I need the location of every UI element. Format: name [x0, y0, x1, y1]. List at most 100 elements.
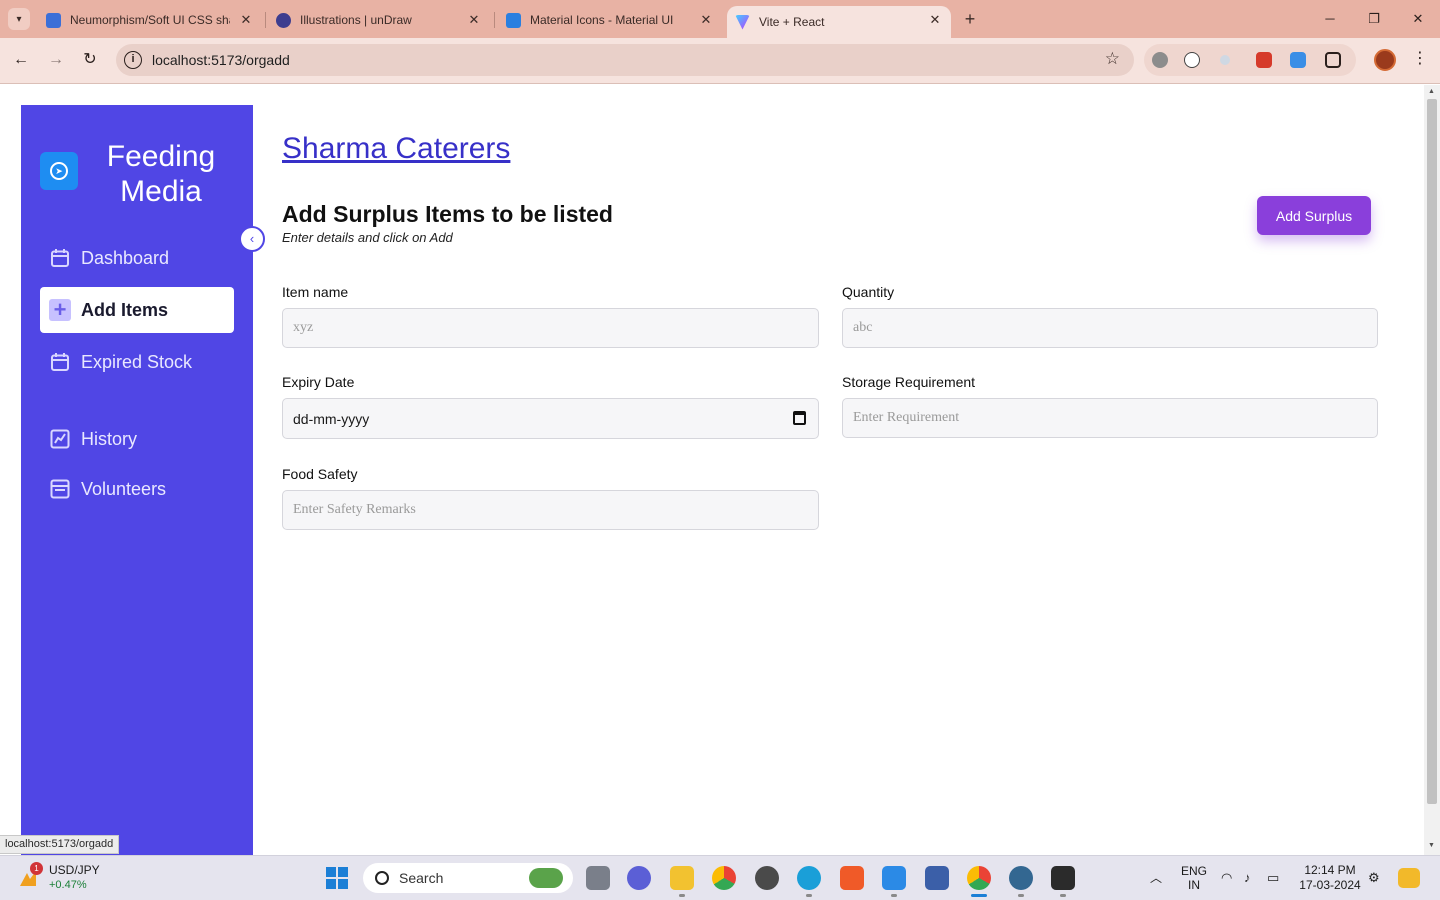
tab-favicon-icon: [506, 12, 521, 28]
quantity-label: Quantity: [842, 284, 895, 300]
sidebar-collapse-button[interactable]: ‹: [239, 226, 265, 252]
sidebar-item-expired-stock[interactable]: Expired Stock: [40, 339, 234, 385]
chrome-active-icon[interactable]: [967, 866, 991, 897]
sidebar-item-label: Expired Stock: [81, 351, 193, 372]
sidebar-item-history[interactable]: History: [40, 416, 234, 462]
food-safety-input[interactable]: Enter Safety Remarks: [282, 490, 819, 530]
reload-icon[interactable]: ↻: [79, 49, 101, 71]
ticker-change: +0.47%: [49, 879, 87, 891]
tab-title: Illustrations | unDraw: [300, 13, 412, 27]
tab-material-icons[interactable]: Material Icons - Material UI ✕: [498, 6, 722, 34]
ticker-name[interactable]: USD/JPY: [49, 863, 100, 877]
sidebar-item-label: Volunteers: [81, 478, 167, 499]
status-bar-url: localhost:5173/orgadd: [0, 835, 120, 854]
taskbar-clock[interactable]: 12:14 PM 17-03-2024: [1296, 863, 1364, 893]
back-arrow-icon[interactable]: ←: [10, 49, 32, 71]
sidebar-item-add-items[interactable]: + Add Items: [40, 287, 234, 333]
language-indicator[interactable]: ENG IN: [1181, 864, 1207, 892]
tab-neumorphism[interactable]: Neumorphism/Soft UI CSS shad ✕: [40, 6, 262, 34]
brand-logo-icon: ➤: [40, 152, 78, 190]
site-info-icon[interactable]: i: [124, 51, 142, 69]
minimize-button[interactable]: ─: [1317, 8, 1343, 30]
task-view-icon[interactable]: [586, 866, 610, 890]
tab-close-icon[interactable]: ✕: [698, 12, 714, 28]
quantity-placeholder: abc: [853, 320, 873, 335]
page-scrollbar[interactable]: ▲ ▼: [1424, 85, 1440, 855]
taskbar-search-label: Search: [399, 870, 444, 886]
windows-start-icon[interactable]: [326, 867, 348, 889]
profile-avatar[interactable]: [1374, 49, 1396, 71]
sidebar-item-label: History: [81, 428, 138, 449]
tab-close-icon[interactable]: ✕: [927, 12, 943, 28]
tab-search-button[interactable]: ▾: [8, 8, 30, 30]
page-subtitle: Enter details and click on Add: [282, 230, 453, 245]
json-extension-icon[interactable]: [1184, 52, 1200, 68]
tab-vite-react[interactable]: Vite + React ✕: [727, 6, 951, 38]
sidebar-item-label: Dashboard: [81, 247, 170, 268]
sparkle-extension-icon[interactable]: [1220, 55, 1230, 65]
storage-requirement-input[interactable]: Enter Requirement: [842, 398, 1378, 438]
postgres-icon[interactable]: [1009, 866, 1033, 897]
sidebar-item-label: Add Items: [81, 299, 169, 320]
expiry-date-label: Expiry Date: [282, 374, 355, 390]
wifi-icon[interactable]: ◠: [1221, 870, 1232, 886]
browser-menu-icon[interactable]: ⋮: [1412, 48, 1428, 68]
tab-close-icon[interactable]: ✕: [466, 12, 482, 28]
fi-extension-icon[interactable]: [1290, 52, 1306, 68]
add-surplus-button[interactable]: Add Surplus: [1257, 196, 1371, 235]
sidebar: ➤ Feeding Media Dashboard + Add Items Ex…: [21, 105, 253, 855]
file-explorer-icon[interactable]: [670, 866, 694, 897]
teams-meet-icon[interactable]: [627, 866, 651, 890]
browser-tab-strip: ▾ Neumorphism/Soft UI CSS shad ✕ Illustr…: [0, 0, 1440, 38]
forward-arrow-icon[interactable]: →: [45, 49, 67, 71]
calendar-icon: [49, 247, 71, 269]
tab-favicon-icon: [46, 12, 61, 28]
terminal-icon[interactable]: [1051, 866, 1075, 897]
item-name-input[interactable]: xyz: [282, 308, 819, 348]
edge-icon[interactable]: [797, 866, 821, 897]
food-safety-label: Food Safety: [282, 466, 358, 482]
sidebar-item-dashboard[interactable]: Dashboard: [40, 235, 234, 281]
expiry-date-value: dd-mm-yyyy: [293, 410, 370, 427]
extensions-area: [1144, 44, 1356, 76]
sql-app-icon[interactable]: [925, 866, 949, 890]
tab-undraw[interactable]: Illustrations | unDraw ✕: [268, 6, 490, 34]
taskbar-search[interactable]: Search: [363, 863, 573, 893]
brave-icon[interactable]: [840, 866, 864, 890]
storage-requirement-label: Storage Requirement: [842, 374, 976, 390]
chart-icon: [49, 428, 71, 450]
org-name-link[interactable]: Sharma Caterers: [282, 132, 510, 166]
close-window-button[interactable]: ✕: [1405, 8, 1431, 30]
puzzle-extensions-icon[interactable]: [1325, 52, 1341, 68]
tray-overflow-icon[interactable]: ︿: [1150, 869, 1162, 886]
tab-close-icon[interactable]: ✕: [238, 12, 254, 28]
calendar-picker-icon[interactable]: [793, 411, 806, 425]
expiry-date-input[interactable]: dd-mm-yyyy: [282, 398, 819, 439]
bug-extension-icon[interactable]: [1152, 52, 1168, 68]
address-url[interactable]: localhost:5173/orgadd: [152, 52, 290, 68]
sidebar-item-volunteers[interactable]: Volunteers: [40, 466, 234, 512]
notification-settings-icon[interactable]: ⚙: [1368, 870, 1380, 886]
calendar-icon: [49, 351, 71, 373]
disk-app-icon[interactable]: [755, 866, 779, 890]
item-name-label: Item name: [282, 284, 349, 300]
battery-icon[interactable]: ▭: [1267, 870, 1279, 886]
list-icon: [49, 478, 71, 500]
scroll-down-icon[interactable]: ▼: [1428, 842, 1435, 849]
volume-icon[interactable]: ♪: [1244, 870, 1251, 885]
new-tab-button[interactable]: +: [960, 9, 980, 29]
address-bar[interactable]: i localhost:5173/orgadd ☆: [116, 44, 1134, 76]
bookmark-star-icon[interactable]: ☆: [1105, 49, 1120, 69]
storage-requirement-placeholder: Enter Requirement: [853, 410, 960, 425]
clock-time: 12:14 PM: [1304, 863, 1356, 877]
scrollbar-thumb[interactable]: [1427, 99, 1437, 804]
widget-app-icon[interactable]: [1398, 868, 1420, 888]
language-code: ENG: [1181, 864, 1208, 878]
quantity-input[interactable]: abc: [842, 308, 1378, 348]
browser-toolbar: ← → ↻ i localhost:5173/orgadd ☆ ⋮: [0, 38, 1440, 84]
chrome-icon[interactable]: [712, 866, 736, 890]
scroll-up-icon[interactable]: ▲: [1428, 88, 1435, 95]
vscode-icon[interactable]: [882, 866, 906, 897]
red-extension-icon[interactable]: [1256, 52, 1272, 68]
restore-button[interactable]: ❐: [1361, 8, 1387, 30]
